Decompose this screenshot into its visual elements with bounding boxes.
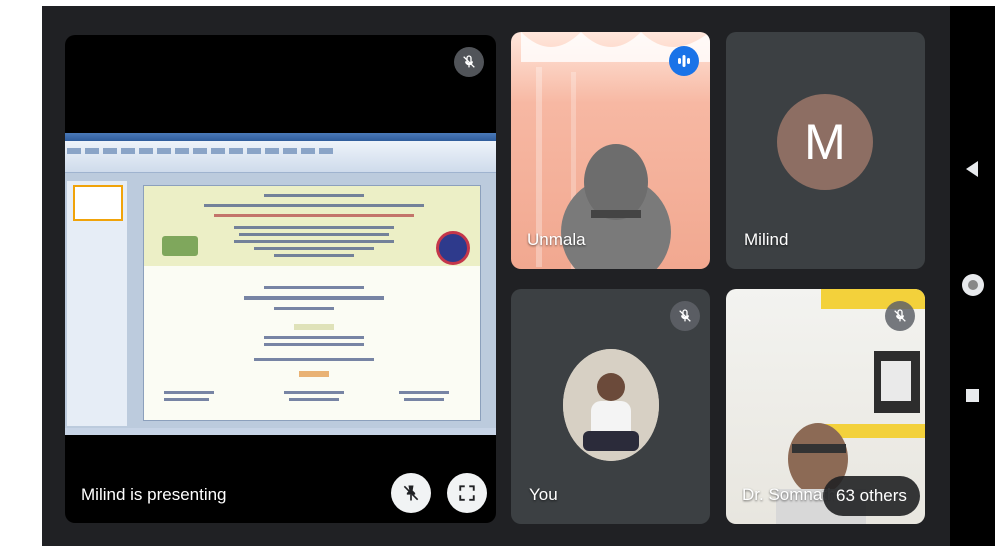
- slide-content: [143, 185, 481, 421]
- slide-thumbnail: [73, 185, 123, 221]
- presenter-label: Milind is presenting: [81, 485, 227, 504]
- speaking-indicator-icon: [669, 46, 699, 76]
- others-count-button[interactable]: 63 others: [823, 476, 920, 516]
- participant-name: Milind: [744, 230, 789, 249]
- mic-off-icon: [454, 47, 484, 77]
- fullscreen-icon: [459, 485, 475, 501]
- home-icon[interactable]: [962, 274, 984, 296]
- participant-name: Unmala: [527, 230, 586, 249]
- participant-tile-you[interactable]: You: [511, 289, 710, 524]
- ppt-ribbon: [65, 141, 496, 173]
- participant-tile-milind[interactable]: M Milind: [726, 32, 925, 269]
- recents-icon[interactable]: [966, 389, 979, 402]
- slide-thumbnail-pane: [67, 181, 127, 426]
- pin-off-icon: [403, 485, 419, 501]
- avatar: M: [777, 94, 873, 190]
- college-logo-left: [162, 236, 198, 256]
- participant-tile-unmala[interactable]: Unmala: [511, 32, 710, 269]
- presentation-tile[interactable]: Milind is presenting: [65, 35, 496, 523]
- mic-off-icon: [885, 301, 915, 331]
- fullscreen-button[interactable]: [447, 473, 487, 513]
- participant-name: You: [529, 485, 558, 504]
- participant-name: Dr. Somnath: [742, 485, 834, 504]
- pin-off-button[interactable]: [391, 473, 431, 513]
- android-nav-bar: [950, 6, 995, 546]
- college-seal-right: [436, 231, 470, 265]
- mic-off-icon: [670, 301, 700, 331]
- avatar: [563, 349, 659, 461]
- back-icon[interactable]: [964, 160, 980, 183]
- shared-slide-window: [65, 133, 496, 435]
